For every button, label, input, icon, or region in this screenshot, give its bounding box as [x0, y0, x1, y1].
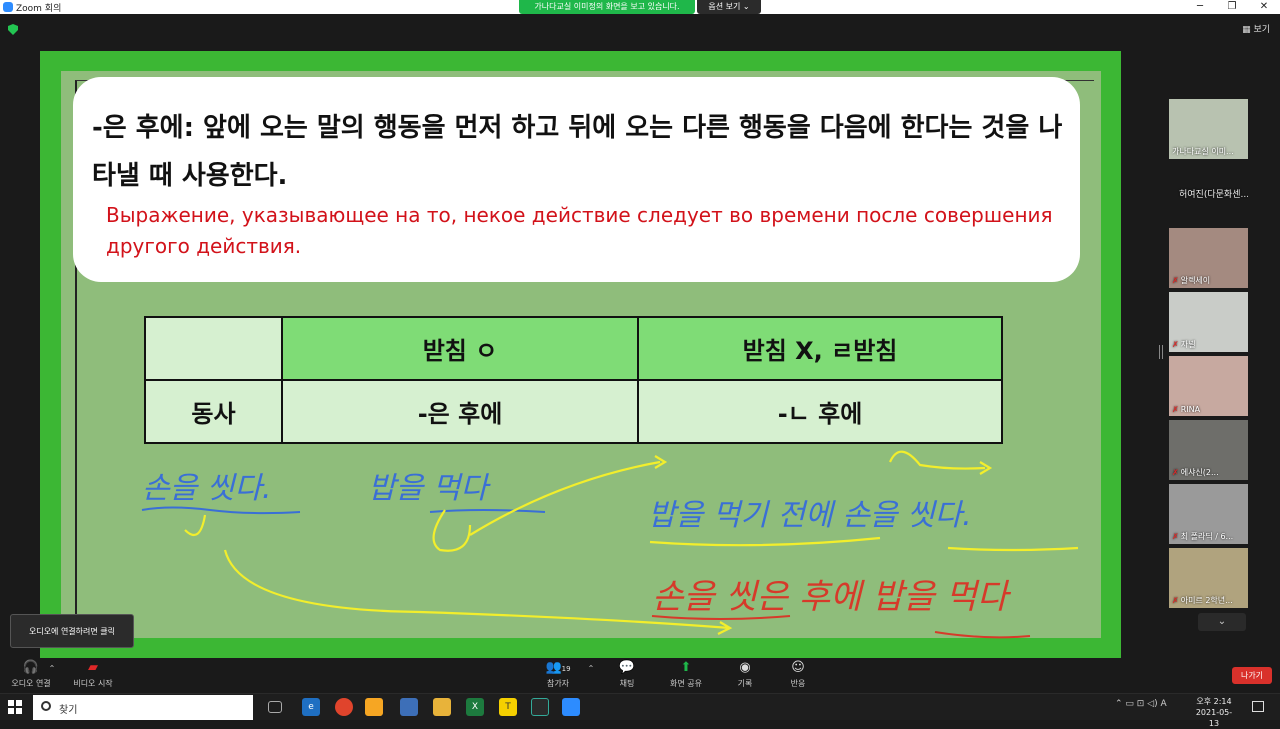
close-button[interactable]: ✕: [1248, 0, 1280, 14]
search-placeholder: 찾기: [59, 705, 78, 716]
table-header-batchim: 받침 ㅇ: [281, 316, 639, 381]
view-button[interactable]: ▦ 보기: [1242, 22, 1270, 35]
meeting-topbar: ▦ 보기: [0, 14, 1280, 44]
excel-icon[interactable]: X: [466, 698, 484, 716]
notification-icon[interactable]: [1252, 701, 1264, 712]
reaction-smiley-icon: ☺: [791, 660, 805, 675]
participants-scroll-down-icon[interactable]: ⌄: [1198, 613, 1246, 631]
participant-name-row: ✗ 최 폴라딕 / 6...: [1172, 531, 1233, 542]
zoom-app-icon: [3, 2, 13, 12]
record-button[interactable]: ◉ 기록: [728, 660, 762, 689]
participant-tile-3[interactable]: ✗ 알렉세이: [1169, 228, 1248, 288]
task-view-icon[interactable]: [268, 701, 282, 713]
mic-muted-icon: ✗: [1172, 532, 1179, 541]
taskbar-search-input[interactable]: 찾기: [33, 695, 253, 720]
search-icon: [41, 701, 51, 711]
maximize-button[interactable]: ❐: [1216, 0, 1248, 14]
mic-muted-icon: ✗: [1172, 596, 1179, 605]
grammar-table: 받침 ㅇ 받침 X, ㄹ받침 동사 -은 후에 -ㄴ 후에: [144, 316, 1003, 444]
share-screen-button[interactable]: ⬆ 화면 공유: [664, 660, 708, 689]
reactions-button-label: 반응: [790, 679, 806, 688]
participant-tile-6[interactable]: ✗ 에샤신(2...: [1169, 420, 1248, 480]
mic-muted-icon: ✗: [1172, 468, 1179, 477]
participant-tile-5[interactable]: ✗ RINA: [1169, 356, 1248, 416]
system-tray[interactable]: ⌃ ▭ ⊡ ◁) A: [1115, 699, 1167, 709]
audio-options-caret-icon[interactable]: ⌃: [46, 664, 58, 673]
record-icon: ◉: [739, 660, 751, 675]
file-explorer-icon[interactable]: [433, 698, 451, 716]
participant-name: 알렉세이: [1180, 276, 1211, 285]
participant-name-row: ✗ 알렉세이: [1172, 275, 1210, 286]
participant-name-row: ✗ 아미르 2학년...: [1172, 595, 1233, 606]
clock-date: 2021-05-13: [1195, 708, 1233, 728]
window-controls: ─ ❐ ✕: [1184, 0, 1280, 14]
view-button-label: 보기: [1253, 25, 1270, 35]
table-cell-batchim: -은 후에: [281, 379, 639, 444]
windows-start-icon[interactable]: [8, 700, 22, 714]
participant-name-row: ✗ 에샤신(2...: [1172, 467, 1219, 478]
sidebar-resize-handle[interactable]: [1159, 345, 1163, 359]
share-screen-icon: ⬆: [680, 660, 692, 675]
chat-icon: 💬: [618, 660, 636, 675]
app-icon-green[interactable]: [531, 698, 549, 716]
leave-meeting-button[interactable]: 나가기: [1232, 667, 1272, 684]
mic-muted-icon: ✗: [1172, 405, 1179, 414]
participants-icon: 👥19: [545, 660, 571, 675]
participant-name: 최 폴라딕 / 6...: [1180, 532, 1234, 541]
reactions-button[interactable]: ☺ 반응: [781, 660, 815, 689]
audio-button-label: 오디오 연결: [11, 679, 51, 688]
kakaotalk-icon[interactable]: T: [499, 698, 517, 716]
participants-button-label: 참가자: [546, 679, 570, 688]
mic-muted-icon: ✗: [1172, 340, 1179, 349]
definition-korean: -은 후에: 앞에 오는 말의 행동을 먼저 하고 뒤에 오는 다른 행동을 다…: [92, 113, 1063, 191]
definition-russian: Выражение, указывающее на то, некое дейс…: [106, 203, 1053, 258]
participant-name: 아미르 2학년...: [1180, 596, 1233, 605]
app-icon-blue[interactable]: [400, 698, 418, 716]
app-icon-yellow[interactable]: [365, 698, 383, 716]
input-language: A: [1160, 699, 1167, 709]
edge-browser-icon[interactable]: e: [302, 698, 320, 716]
chat-button-label: 채팅: [619, 679, 635, 688]
clock-time: 오후 2:14: [1196, 697, 1232, 706]
participant-name: 허여진(다문화센...: [1179, 190, 1248, 200]
table-header-no-batchim: 받침 X, ㄹ받침: [637, 316, 1003, 381]
encryption-shield-icon[interactable]: [8, 24, 18, 35]
view-options-button[interactable]: 옵션 보기 ⌄: [697, 0, 761, 14]
participant-tile-2[interactable]: 허여진(다문화센...: [1169, 165, 1248, 225]
participant-tile-1[interactable]: 가나다교실 이미...: [1169, 99, 1248, 159]
audio-tooltip: 오디오에 연결하려면 클릭: [10, 614, 134, 648]
participant-name-row: ✗ RINA: [1172, 405, 1200, 414]
video-button[interactable]: ▰ 비디오 시작: [68, 660, 118, 689]
participant-name: 가나다교실 이미...: [1172, 147, 1234, 156]
table-row-label: 동사: [144, 379, 283, 444]
chat-button[interactable]: 💬 채팅: [610, 660, 644, 689]
zoom-taskbar-icon[interactable]: [562, 698, 580, 716]
table-corner-cell: [144, 316, 283, 381]
minimize-button[interactable]: ─: [1184, 0, 1216, 14]
participants-count: 19: [561, 665, 571, 673]
share-screen-label: 화면 공유: [670, 679, 702, 688]
participant-name: 자넬: [1180, 340, 1196, 349]
video-off-icon: ▰: [88, 660, 98, 675]
window-title: Zoom 회의: [16, 4, 62, 14]
participants-button[interactable]: 👥19 참가자: [538, 660, 578, 689]
participant-tile-8[interactable]: ✗ 아미르 2학년...: [1169, 548, 1248, 608]
record-button-label: 기록: [737, 679, 753, 688]
participant-name: RINA: [1180, 405, 1201, 414]
participant-name: 에샤신(2...: [1180, 468, 1219, 477]
taskbar-clock[interactable]: 오후 2:14 2021-05-13: [1192, 696, 1236, 729]
participant-tile-4[interactable]: ✗ 자넬: [1169, 292, 1248, 352]
windows-taskbar: 찾기 e X T ⌃ ▭ ⊡ ◁) A 오후 2:14 2021-05-13: [0, 693, 1280, 728]
table-cell-no-batchim: -ㄴ 후에: [637, 379, 1003, 444]
mic-muted-icon: ✗: [1172, 276, 1179, 285]
participant-name-row: ✗ 자넬: [1172, 339, 1195, 350]
participants-caret-icon[interactable]: ⌃: [585, 664, 597, 673]
meeting-toolbar: 🎧 오디오 연결 ⌃ ▰ 비디오 시작 👥19 참가자 ⌃ 💬 채팅 ⬆ 화면 …: [0, 658, 1280, 693]
chrome-browser-icon[interactable]: [335, 698, 353, 716]
screen-share-banner: 가나다교실 이미정의 화면을 보고 있습니다.: [519, 0, 695, 14]
participant-tile-7[interactable]: ✗ 최 폴라딕 / 6...: [1169, 484, 1248, 544]
video-button-label: 비디오 시작: [73, 679, 113, 688]
